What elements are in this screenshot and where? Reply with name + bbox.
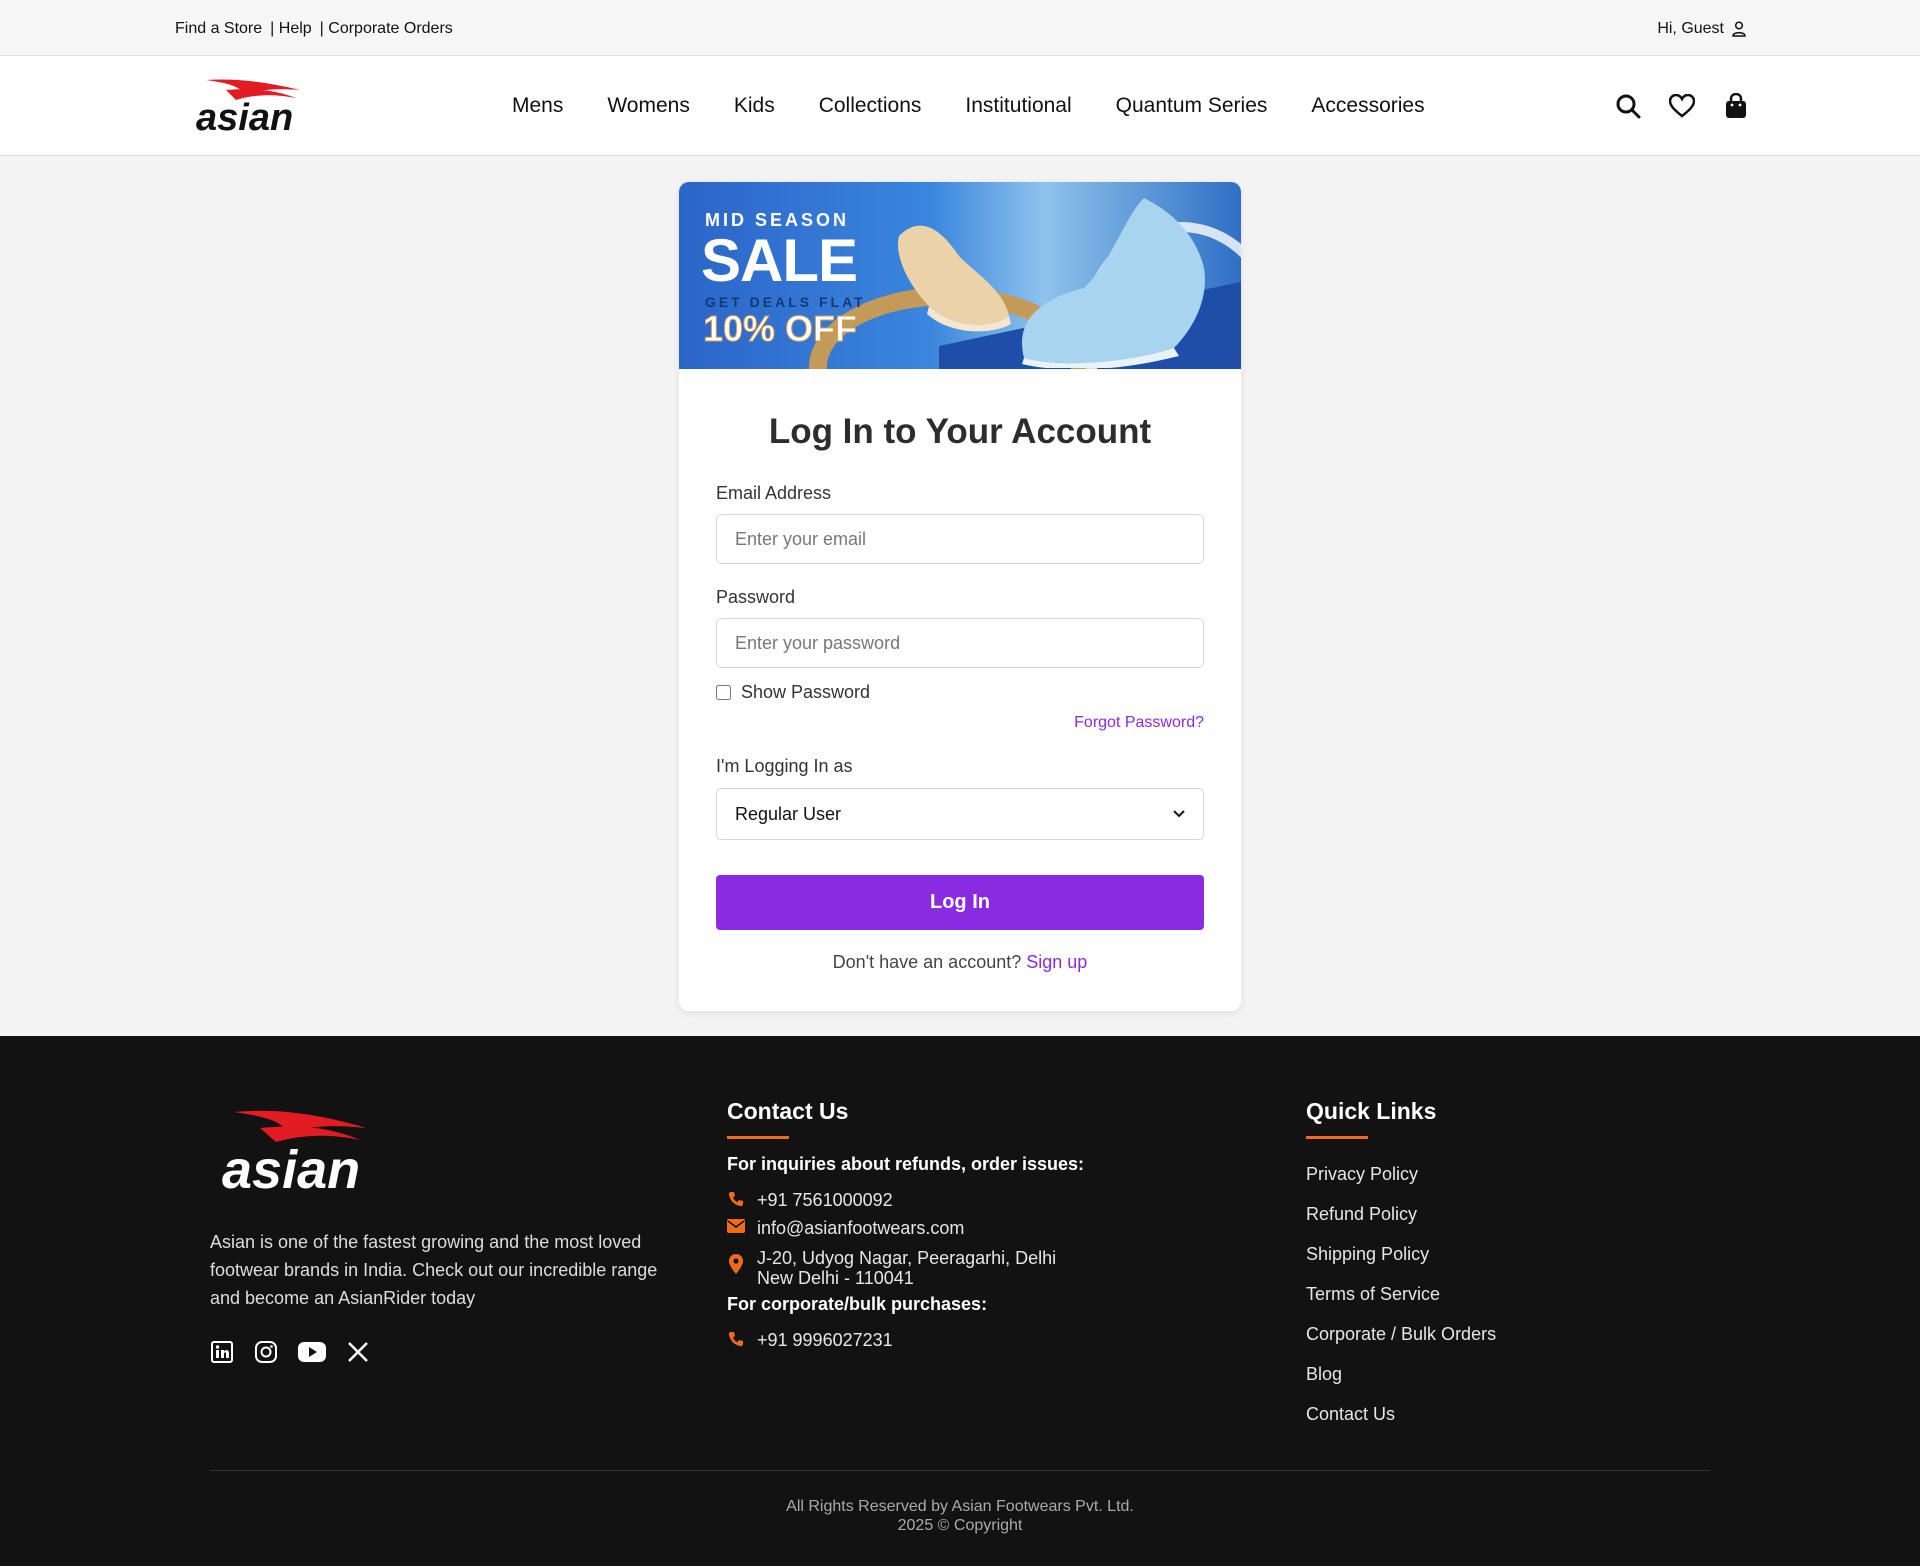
nav-item-quantum-series[interactable]: Quantum Series [1116,94,1268,118]
footer-asian-logo[interactable]: asian [220,1108,372,1194]
contact-address: J-20, Udyog Nagar, Peeragarhi, Delhi New… [727,1248,1056,1288]
login-title: Log In to Your Account [768,412,1152,451]
youtube-link[interactable] [298,1340,326,1364]
user-icon [1732,21,1746,37]
address-line-1: J-20, Udyog Nagar, Peeragarhi, Delhi [757,1248,1057,1268]
email-label: Email Address [716,483,832,503]
login-button[interactable]: Log In [716,875,1204,930]
signup-link[interactable]: Sign up [1026,952,1087,972]
nav-item-womens[interactable]: Womens [607,94,689,118]
site-footer: asian Asian is one of the fastest growin… [0,1036,1920,1566]
instagram-link[interactable] [254,1340,278,1364]
email-text: info@asianfootwears.com [757,1218,965,1238]
blue-shoe-image [1022,198,1205,368]
youtube-icon [298,1342,326,1362]
beige-shoe-image [898,225,1011,332]
refund-policy-link[interactable]: Refund Policy [1306,1204,1417,1225]
svg-text:asian: asian [196,97,293,134]
nav-item-kids[interactable]: Kids [734,94,775,118]
find-store-link[interactable]: Find a Store [175,20,262,38]
category-menu: Mens Womens Kids Collections Institution… [512,94,1469,118]
login-card: MID SEASON SALE GET DEALS FLAT 10% OFF L… [679,182,1241,1011]
nav-item-accessories[interactable]: Accessories [1311,94,1424,118]
contact-phone-2[interactable]: +91 9996027231 [727,1330,893,1350]
show-password-label: Show Password [741,682,871,702]
social-links [210,1340,370,1364]
phone-icon [727,1190,745,1207]
forgot-password-link[interactable]: Forgot Password? [1074,714,1204,732]
no-account-text: Don't have an account? [832,952,1022,972]
show-password-checkbox[interactable] [716,685,731,700]
asian-logo[interactable]: asian [196,78,304,134]
nav-item-mens[interactable]: Mens [512,94,563,118]
banner-discount: 10% OFF [702,308,858,350]
copyright-text: 2025 © Copyright [897,1517,1023,1534]
password-label: Password [716,587,796,607]
role-select-value: Regular User [735,803,842,824]
phone-icon [727,1330,745,1347]
password-input[interactable] [716,618,1204,668]
linkedin-link[interactable] [210,1340,234,1364]
chevron-down-icon [1173,810,1185,818]
corporate-orders-link[interactable]: | Corporate Orders [320,20,453,38]
terms-of-service-link[interactable]: Terms of Service [1306,1284,1440,1305]
x-icon [348,1342,368,1362]
contact-phone-1[interactable]: +91 7561000092 [727,1190,893,1210]
phone-1-text: +91 7561000092 [757,1190,893,1210]
mail-icon [727,1218,745,1233]
rights-text: All Rights Reserved by Asian Footwears P… [786,1498,1134,1515]
account-link[interactable]: Hi, Guest [1657,20,1746,38]
phone-2-text: +91 9996027231 [757,1330,893,1350]
x-link[interactable] [346,1340,370,1364]
help-link[interactable]: | Help [270,20,312,38]
address-line-2: New Delhi - 110041 [757,1268,914,1288]
linkedin-icon [211,1341,233,1363]
top-utility-bar: Find a Store | Help | Corporate Orders H… [0,0,1920,56]
contact-email[interactable]: info@asianfootwears.com [727,1218,964,1238]
search-button[interactable] [1614,92,1642,120]
bulk-orders-link[interactable]: Corporate / Bulk Orders [1306,1324,1496,1345]
search-icon [1616,94,1641,119]
corporate-heading: For corporate/bulk purchases: [727,1294,988,1314]
nav-icon-group [1614,92,1750,120]
nav-item-collections[interactable]: Collections [819,94,922,118]
role-label: I'm Logging In as [716,756,853,776]
location-icon [727,1248,745,1274]
svg-text:asian: asian [222,1140,360,1194]
role-select[interactable]: Regular User [716,788,1204,840]
show-password-toggle[interactable]: Show Password [716,682,870,703]
footer-divider [210,1470,1710,1471]
bag-icon [1726,93,1746,118]
address-text: J-20, Udyog Nagar, Peeragarhi, Delhi New… [757,1248,1056,1288]
quick-links-heading: Quick Links [1306,1098,1437,1139]
heart-icon [1669,94,1695,118]
inquiries-heading: For inquiries about refunds, order issue… [727,1154,1085,1174]
main-navigation: asian Mens Womens Kids Collections Insti… [0,56,1920,156]
footer-description: Asian is one of the fastest growing and … [210,1232,658,1308]
nav-item-institutional[interactable]: Institutional [965,94,1071,118]
signup-prompt: Don't have an account? Sign up [679,952,1241,973]
privacy-policy-link[interactable]: Privacy Policy [1306,1164,1418,1185]
contact-us-link[interactable]: Contact Us [1306,1404,1395,1425]
contact-us-heading: Contact Us [727,1098,849,1139]
banner-sale: SALE [701,227,858,294]
cart-button[interactable] [1722,92,1750,120]
wishlist-button[interactable] [1668,92,1696,120]
greeting-text: Hi, Guest [1657,20,1724,37]
sale-banner[interactable]: MID SEASON SALE GET DEALS FLAT 10% OFF [679,182,1241,369]
instagram-icon [255,1341,277,1363]
email-input[interactable] [716,514,1204,564]
shipping-policy-link[interactable]: Shipping Policy [1306,1244,1429,1265]
blog-link[interactable]: Blog [1306,1364,1342,1385]
utility-links: Find a Store | Help | Corporate Orders [175,20,461,38]
